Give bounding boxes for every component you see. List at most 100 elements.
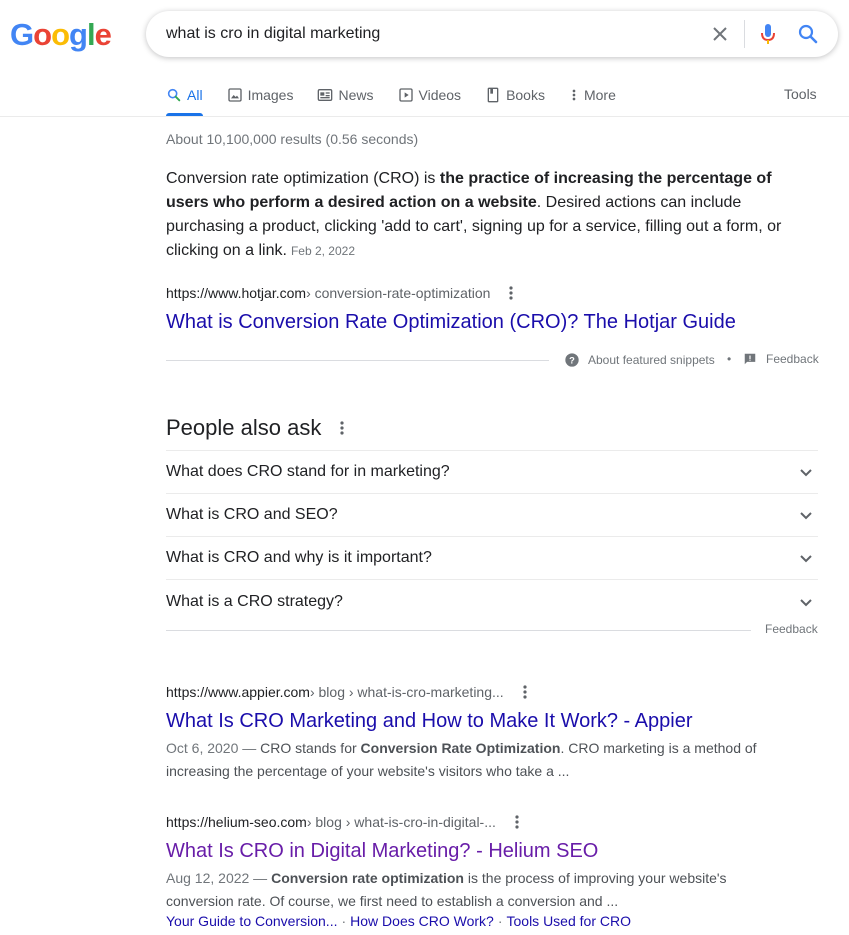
cite-path: › blog › what-is-cro-in-digital-...	[306, 814, 496, 830]
tab-label: Books	[506, 87, 545, 103]
featured-snippet-cite[interactable]: https://www.hotjar.com › conversion-rate…	[166, 283, 518, 303]
feedback-label: Feedback	[766, 352, 819, 366]
search-button[interactable]	[796, 22, 820, 46]
paa-question[interactable]: What is a CRO strategy?	[166, 580, 818, 623]
more-vert-icon	[509, 286, 514, 300]
more-vert-icon	[572, 89, 576, 101]
paa-title-text: People also ask	[166, 415, 322, 440]
more-vert-icon	[515, 815, 519, 829]
paa-question-text: What is CRO and why is it important?	[166, 549, 432, 566]
featured-snippet-text: Conversion rate optimization (CRO) is th…	[166, 167, 816, 263]
feedback-icon	[744, 353, 756, 365]
sitelink[interactable]: Tools Used for CRO	[507, 913, 631, 929]
featured-snippet-divider	[166, 360, 549, 361]
featured-snippet-title-link[interactable]: What is Conversion Rate Optimization (CR…	[166, 309, 736, 335]
tab-all[interactable]: All	[166, 84, 203, 106]
search-tabs: All Images News Videos Books More	[166, 84, 640, 108]
search-icon	[167, 88, 181, 102]
about-featured-snippets-label: About featured snippets	[588, 353, 715, 367]
paa-options-button[interactable]	[335, 419, 349, 437]
paa-feedback-link[interactable]: Feedback	[765, 622, 818, 636]
result-stats: About 10,100,000 results (0.56 seconds)	[166, 131, 419, 147]
chevron-down-icon	[800, 469, 812, 477]
result-options-button[interactable]	[504, 284, 518, 302]
tab-more[interactable]: More	[569, 84, 616, 106]
logo-letter: g	[69, 17, 88, 52]
logo-letter: o	[51, 17, 70, 52]
search-icon	[798, 24, 818, 44]
header-divider	[0, 116, 849, 117]
snippet-text: Conversion rate optimization (CRO) is	[166, 170, 440, 187]
tab-books[interactable]: Books	[485, 84, 545, 106]
snippet-bold-text: Conversion rate optimization	[271, 870, 464, 886]
voice-search-button[interactable]	[756, 22, 780, 46]
cite-path: › conversion-rate-optimization	[306, 285, 491, 301]
tab-videos[interactable]: Videos	[398, 84, 462, 106]
tab-label: Videos	[418, 87, 462, 103]
more-vert-icon	[523, 685, 527, 699]
tab-label: Images	[247, 87, 294, 103]
result-date: Aug 12, 2022	[166, 870, 250, 886]
about-featured-snippets-link[interactable]: ? About featured snippets	[564, 352, 715, 368]
help-icon: ?	[565, 353, 579, 367]
tools-button[interactable]: Tools	[784, 86, 817, 102]
result-date-dash: —	[238, 740, 261, 756]
close-icon	[713, 27, 727, 41]
paa-question[interactable]: What is CRO and SEO?	[166, 494, 818, 537]
logo-letter: G	[10, 17, 34, 52]
people-also-ask-list: What does CRO stand for in marketing? Wh…	[166, 450, 818, 623]
sitelink-separator: ·	[497, 913, 503, 929]
paa-question-text: What is CRO and SEO?	[166, 506, 338, 523]
result-options-button[interactable]	[518, 683, 532, 701]
google-logo[interactable]: Google	[10, 17, 112, 52]
clear-search-button[interactable]	[708, 22, 732, 46]
logo-letter: o	[33, 17, 52, 52]
logo-letter: e	[94, 17, 112, 52]
tab-news[interactable]: News	[317, 84, 374, 106]
tab-label: All	[187, 87, 203, 103]
featured-snippet-feedback-link[interactable]: Feedback	[743, 352, 819, 366]
result-date-dash: —	[249, 870, 272, 886]
result-title-link[interactable]: What Is CRO in Digital Marketing? - Heli…	[166, 838, 598, 864]
sitelink-separator: ·	[341, 913, 347, 929]
snippet-bold-text: Conversion Rate Optimization	[360, 740, 561, 756]
cite-host: https://helium-seo.com	[166, 814, 307, 830]
paa-question-text: What does CRO stand for in marketing?	[166, 463, 450, 480]
microphone-icon	[761, 24, 775, 44]
result-title-link[interactable]: What Is CRO Marketing and How to Make It…	[166, 708, 692, 734]
snippet-date: Feb 2, 2022	[290, 244, 356, 258]
result-snippet: Aug 12, 2022 — Conversion rate optimizat…	[166, 867, 766, 913]
result-sitelinks: Your Guide to Conversion... · How Does CRO…	[166, 913, 631, 929]
sitelink[interactable]: Your Guide to Conversion...	[166, 913, 337, 929]
snippet-text: CRO stands for	[260, 740, 361, 756]
chevron-down-icon	[800, 512, 812, 520]
news-icon	[318, 89, 333, 101]
people-also-ask-heading: People also ask	[166, 415, 349, 441]
play-icon	[398, 88, 413, 102]
image-icon	[227, 88, 242, 102]
chevron-down-icon	[800, 598, 812, 606]
result-cite[interactable]: https://www.appier.com › blog › what-is-…	[166, 682, 532, 702]
search-box-divider	[744, 20, 745, 48]
result-options-button[interactable]	[510, 813, 524, 831]
paa-question[interactable]: What does CRO stand for in marketing?	[166, 451, 818, 494]
paa-question[interactable]: What is CRO and why is it important?	[166, 537, 818, 580]
cite-host: https://www.hotjar.com	[166, 285, 307, 301]
result-date: Oct 6, 2020	[166, 740, 239, 756]
logo-letter: l	[86, 17, 96, 52]
more-vert-icon	[340, 421, 344, 435]
svg-text:?: ?	[569, 355, 575, 365]
search-box	[146, 11, 838, 57]
chevron-down-icon	[800, 555, 812, 563]
book-icon	[487, 87, 499, 103]
tab-images[interactable]: Images	[227, 84, 294, 106]
sitelink[interactable]: How Does CRO Work?	[350, 913, 494, 929]
tab-label: More	[583, 87, 616, 103]
separator-dot: •	[727, 352, 732, 366]
paa-divider	[166, 630, 751, 631]
result-snippet: Oct 6, 2020 — CRO stands for Conversion …	[166, 737, 766, 783]
search-input[interactable]	[166, 24, 686, 44]
result-cite[interactable]: https://helium-seo.com › blog › what-is-…	[166, 812, 524, 832]
tab-label: News	[338, 87, 374, 103]
cite-host: https://www.appier.com	[166, 684, 310, 700]
